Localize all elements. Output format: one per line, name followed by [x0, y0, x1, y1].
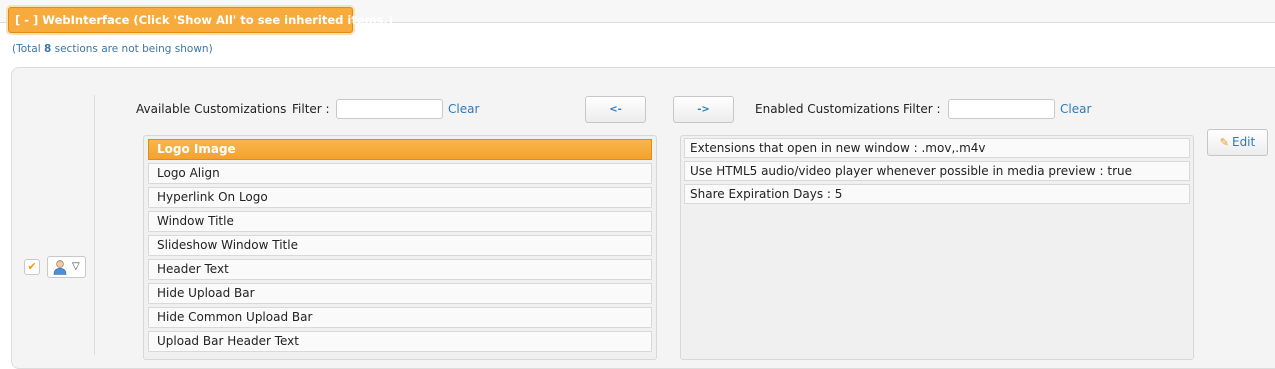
- user-picker-dropdown[interactable]: ▽: [47, 256, 86, 278]
- available-item-hide-common-upload-bar[interactable]: Hide Common Upload Bar: [148, 307, 652, 328]
- hidden-note-prefix: (Total: [12, 43, 44, 55]
- edit-button[interactable]: ✎ Edit: [1207, 129, 1268, 156]
- enabled-item-extensions-new-window[interactable]: Extensions that open in new window : .mo…: [684, 138, 1190, 158]
- enabled-item-html5-player[interactable]: Use HTML5 audio/video player whenever po…: [684, 161, 1190, 181]
- available-item-window-title[interactable]: Window Title: [148, 211, 652, 232]
- available-clear-link[interactable]: Clear: [448, 102, 479, 116]
- move-right-button[interactable]: ->: [673, 96, 734, 123]
- available-customizations-title: Available Customizations: [136, 102, 287, 116]
- available-item-upload-bar-header-text[interactable]: Upload Bar Header Text: [148, 331, 652, 352]
- available-filter-label: Filter :: [292, 102, 330, 116]
- hidden-sections-note: (Total 8 sections are not being shown): [12, 43, 213, 55]
- pencil-icon: ✎: [1219, 136, 1229, 149]
- available-item-logo-align[interactable]: Logo Align: [148, 163, 652, 184]
- available-item-slideshow-window-title[interactable]: Slideshow Window Title: [148, 235, 652, 256]
- row-checkbox[interactable]: ✔: [24, 259, 40, 275]
- enabled-filter-label: Filter :: [903, 102, 941, 116]
- panel-divider: [94, 95, 95, 355]
- available-filter-input[interactable]: [336, 99, 443, 119]
- enabled-item-share-expiration-days[interactable]: Share Expiration Days : 5: [684, 184, 1190, 204]
- enabled-filter-input[interactable]: [948, 99, 1055, 119]
- available-item-hyperlink-on-logo[interactable]: Hyperlink On Logo: [148, 187, 652, 208]
- move-left-button[interactable]: <-: [585, 96, 646, 123]
- enabled-clear-link[interactable]: Clear: [1060, 102, 1091, 116]
- section-header-webinterface[interactable]: [ - ] WebInterface (Click 'Show All' to …: [8, 7, 393, 33]
- available-item-logo-image[interactable]: Logo Image: [148, 139, 652, 160]
- available-item-header-text[interactable]: Header Text: [148, 259, 652, 280]
- user-icon: [53, 260, 67, 275]
- available-item-hide-upload-bar[interactable]: Hide Upload Bar: [148, 283, 652, 304]
- hidden-note-suffix: sections are not being shown): [51, 43, 213, 55]
- chevron-down-icon: ▽: [72, 261, 80, 272]
- edit-button-label: Edit: [1231, 135, 1256, 149]
- enabled-customizations-title: Enabled Customizations: [755, 102, 900, 116]
